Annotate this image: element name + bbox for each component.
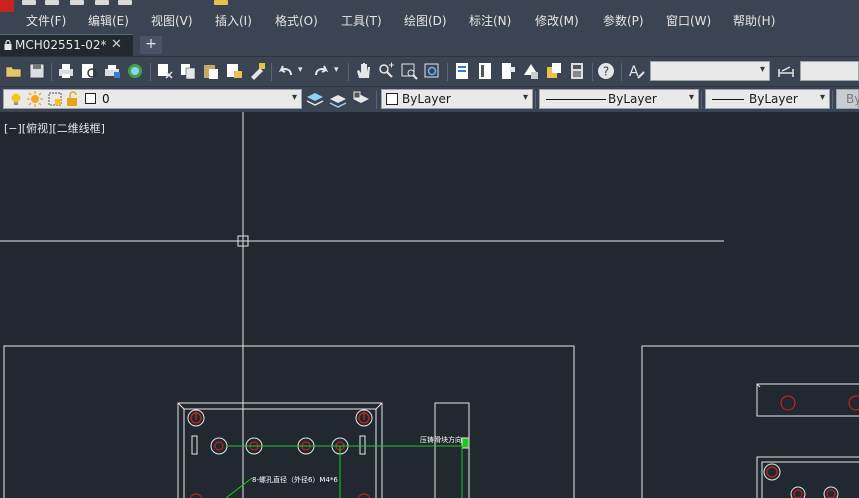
print-icon[interactable] bbox=[56, 61, 76, 81]
light-bulb-icon bbox=[11, 93, 21, 105]
tab-title: MCH02551-02* bbox=[15, 38, 107, 52]
drawing-frame-right bbox=[641, 345, 859, 498]
menu-file[interactable]: 文件(F) bbox=[26, 12, 66, 29]
open-icon[interactable] bbox=[4, 61, 24, 81]
paste-icon[interactable] bbox=[201, 61, 221, 81]
design-center-icon[interactable] bbox=[475, 61, 495, 81]
leader-lines bbox=[225, 445, 468, 498]
text-style-icon[interactable]: A bbox=[626, 61, 646, 81]
undo-icon[interactable] bbox=[276, 61, 296, 81]
qat-open-icon[interactable] bbox=[45, 0, 59, 5]
layer-states-icon[interactable] bbox=[305, 89, 325, 109]
zoom-realtime-icon[interactable] bbox=[376, 61, 396, 81]
color-swatch bbox=[386, 93, 398, 105]
svg-text:?: ? bbox=[603, 65, 609, 79]
copy-icon[interactable] bbox=[178, 61, 198, 81]
publish-icon[interactable] bbox=[125, 61, 145, 81]
layers-properties-toolbar: 0 ▾ ByLayer ▾ ByLayer ▾ ByLayer ▾ By bbox=[0, 86, 859, 112]
menu-insert[interactable]: 插入(I) bbox=[215, 12, 252, 29]
tab-document[interactable]: MCH02551-02* ✕ bbox=[0, 34, 133, 56]
redo-dropdown-icon[interactable]: ▾ bbox=[334, 65, 339, 75]
plot-icon[interactable] bbox=[102, 61, 122, 81]
pan-icon[interactable] bbox=[353, 61, 373, 81]
menu-help[interactable]: 帮助(H) bbox=[733, 12, 775, 29]
app-logo-icon[interactable] bbox=[0, 0, 14, 12]
lock-open-icon bbox=[67, 91, 77, 106]
menu-bar: 文件(F) 编辑(E) 视图(V) 插入(I) 格式(O) 工具(T) 绘图(D… bbox=[0, 0, 859, 34]
chevron-down-icon: ▾ bbox=[522, 92, 528, 103]
menu-view[interactable]: 视图(V) bbox=[151, 12, 193, 29]
qat-plot-icon[interactable] bbox=[118, 0, 132, 5]
zoom-window-icon[interactable] bbox=[399, 61, 419, 81]
chevron-down-icon: ▾ bbox=[688, 92, 694, 103]
cut-icon[interactable] bbox=[155, 61, 175, 81]
lineweight-preview bbox=[712, 99, 744, 100]
freeze-icon bbox=[48, 92, 62, 106]
add-tab-button[interactable]: + bbox=[140, 36, 162, 54]
layer-combo[interactable]: 0 ▾ bbox=[3, 89, 302, 109]
part-outline-right bbox=[756, 383, 859, 498]
cad-application: 文件(F) 编辑(E) 视图(V) 插入(I) 格式(O) 工具(T) 绘图(D… bbox=[0, 0, 859, 498]
standard-toolbar: ▾ ▾ ? A ▾ bbox=[0, 56, 859, 86]
dim-style-icon[interactable] bbox=[776, 61, 796, 81]
hole-markers bbox=[187, 409, 373, 498]
annotation-thread-holes: 8-螺孔直径（外径6）M4*6 bbox=[252, 475, 338, 484]
viewport-label[interactable]: [−][俯视][二维线框] bbox=[4, 120, 105, 136]
close-icon[interactable]: ✕ bbox=[111, 37, 122, 52]
menu-window[interactable]: 窗口(W) bbox=[666, 12, 711, 29]
menu-parametric[interactable]: 参数(P) bbox=[603, 12, 644, 29]
menu-dimension[interactable]: 标注(N) bbox=[469, 12, 511, 29]
chevron-down-icon: ▾ bbox=[291, 92, 297, 103]
chevron-down-icon: ▾ bbox=[759, 64, 765, 75]
dim-style-combo[interactable] bbox=[800, 61, 859, 81]
annotation-slider-direction: 压铸滑块方向 bbox=[420, 435, 462, 444]
document-tab-bar: MCH02551-02* ✕ + bbox=[0, 34, 859, 56]
lock-icon bbox=[4, 40, 12, 50]
match-prop-icon[interactable] bbox=[247, 61, 267, 81]
crosshair-cursor bbox=[0, 112, 724, 498]
text-style-combo[interactable]: ▾ bbox=[650, 61, 770, 81]
markup-icon[interactable] bbox=[544, 61, 564, 81]
tool-palettes-icon[interactable] bbox=[498, 61, 518, 81]
qat-new-icon[interactable] bbox=[22, 0, 36, 5]
make-current-layer-icon[interactable] bbox=[328, 89, 348, 109]
save-icon[interactable] bbox=[27, 61, 47, 81]
sun-icon bbox=[27, 91, 43, 107]
menu-format[interactable]: 格式(O) bbox=[275, 12, 318, 29]
qat-saveas-icon[interactable] bbox=[95, 0, 109, 5]
chevron-down-icon: ▾ bbox=[819, 92, 825, 103]
linetype-preview bbox=[546, 99, 606, 100]
lineweight-value: ByLayer bbox=[749, 92, 798, 106]
menu-edit[interactable]: 编辑(E) bbox=[88, 12, 129, 29]
preview-icon[interactable] bbox=[79, 61, 99, 81]
menu-modify[interactable]: 修改(M) bbox=[535, 12, 579, 29]
drawing-svg: 压铸滑块方向 8-螺孔直径（外径6）M4*6 bbox=[0, 112, 859, 498]
qat-match-icon[interactable] bbox=[214, 0, 228, 5]
block-editor-icon[interactable] bbox=[224, 61, 244, 81]
calculator-icon[interactable] bbox=[567, 61, 587, 81]
layer-color-swatch bbox=[85, 93, 96, 104]
redo-icon[interactable] bbox=[311, 61, 331, 81]
drawing-canvas[interactable]: 压铸滑块方向 8-螺孔直径（外径6）M4*6 [−][俯视][二维线框] bbox=[0, 112, 859, 498]
plotstyle-combo[interactable]: By bbox=[836, 89, 859, 109]
sheet-set-icon[interactable] bbox=[521, 61, 541, 81]
layer-previous-icon[interactable] bbox=[351, 89, 371, 109]
linetype-combo[interactable]: ByLayer ▾ bbox=[539, 89, 699, 109]
svg-text:A: A bbox=[629, 64, 639, 80]
color-combo[interactable]: ByLayer ▾ bbox=[381, 89, 533, 109]
undo-dropdown-icon[interactable]: ▾ bbox=[298, 65, 303, 75]
color-value: ByLayer bbox=[402, 92, 451, 106]
menu-draw[interactable]: 绘图(D) bbox=[404, 12, 447, 29]
layer-name: 0 bbox=[102, 92, 110, 106]
qat-save-icon[interactable] bbox=[70, 0, 84, 5]
lineweight-combo[interactable]: ByLayer ▾ bbox=[705, 89, 830, 109]
menu-tools[interactable]: 工具(T) bbox=[341, 12, 382, 29]
properties-icon[interactable] bbox=[452, 61, 472, 81]
zoom-previous-icon[interactable] bbox=[422, 61, 442, 81]
plotstyle-value: By bbox=[846, 92, 859, 106]
help-icon[interactable]: ? bbox=[596, 61, 616, 81]
linetype-value: ByLayer bbox=[608, 92, 657, 106]
